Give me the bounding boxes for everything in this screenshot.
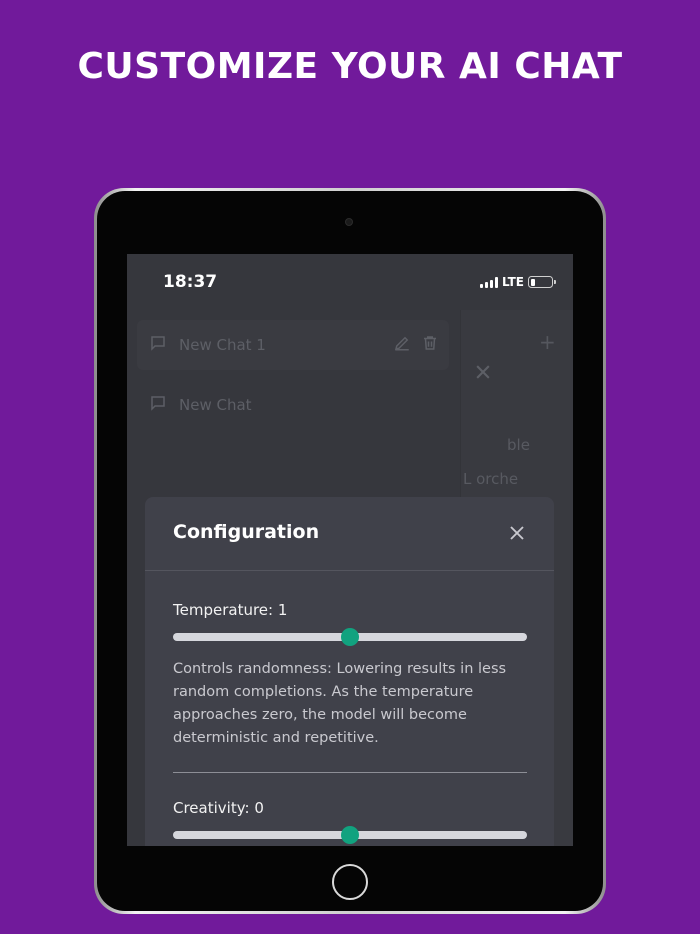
modal-title: Configuration <box>173 521 320 543</box>
battery-icon <box>528 276 556 288</box>
battery-level <box>530 278 535 286</box>
side-panel-text: L orche <box>463 470 519 488</box>
signal-icon <box>479 276 498 288</box>
edit-icon[interactable] <box>393 334 411 356</box>
chat-list-item-1[interactable]: New Chat 1 <box>137 320 449 370</box>
temperature-label: Temperature: 1 <box>173 601 288 619</box>
chat-title: New Chat 1 <box>179 336 266 354</box>
side-panel-text: ble <box>507 436 530 454</box>
chat-title: New Chat <box>179 396 252 414</box>
chat-bubble-icon <box>149 394 167 416</box>
chat-list-item-2[interactable]: New Chat <box>137 380 449 430</box>
creativity-slider[interactable] <box>173 826 527 844</box>
home-button[interactable] <box>332 864 368 900</box>
status-indicators: LTE <box>479 274 556 290</box>
network-type: LTE <box>501 275 524 289</box>
close-icon[interactable] <box>473 362 493 386</box>
headline: CUSTOMIZE YOUR AI CHAT <box>77 46 623 87</box>
slider-thumb[interactable] <box>341 826 359 844</box>
status-time: 18:37 <box>163 272 218 292</box>
divider <box>173 772 527 773</box>
camera-icon <box>345 218 353 226</box>
device-screen: 18:37 LTE New Chat 1 New Chat + ble L or… <box>127 254 573 846</box>
configuration-modal: Configuration Temperature: 1 Controls ra… <box>145 497 554 846</box>
temperature-description: Controls randomness: Lowering results in… <box>173 661 507 746</box>
close-icon[interactable] <box>508 524 526 546</box>
plus-icon[interactable]: + <box>539 330 556 354</box>
temperature-slider[interactable] <box>173 628 527 646</box>
trash-icon[interactable] <box>421 334 439 356</box>
modal-header: Configuration <box>145 497 554 571</box>
chat-bubble-icon <box>149 334 167 356</box>
creativity-label: Creativity: 0 <box>173 799 264 817</box>
slider-thumb[interactable] <box>341 628 359 646</box>
